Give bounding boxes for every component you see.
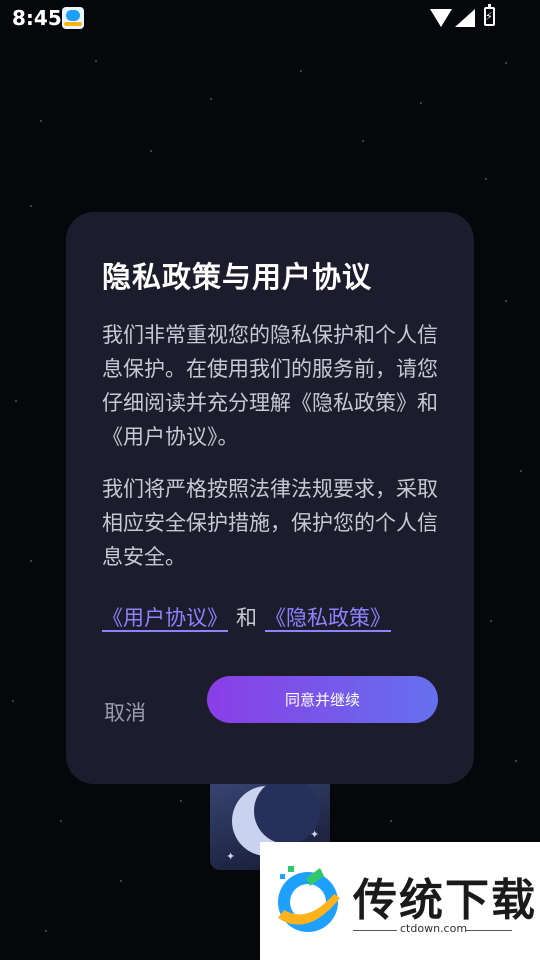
dialog-paragraph-1: 我们非常重视您的隐私保护和个人信息保护。在使用我们的服务前，请您仔细阅读并充分理… <box>102 323 438 449</box>
status-bar: 8:45 <box>0 0 540 36</box>
privacy-dialog: 隐私政策与用户协议 我们非常重视您的隐私保护和个人信息保护。在使用我们的服务前，… <box>66 212 474 784</box>
agreement-links: 《用户协议》和《隐私政策》 <box>102 602 391 632</box>
wifi-icon <box>430 9 452 27</box>
cancel-button[interactable]: 取消 <box>104 692 184 732</box>
watermark-banner: 传统下载 ctdown.com <box>260 842 540 960</box>
status-time: 8:45 <box>12 6 62 30</box>
watermark-site: ctdown.com <box>400 922 468 935</box>
app-notification-icon <box>62 7 84 29</box>
signal-icon <box>455 9 475 27</box>
links-and-text: 和 <box>236 606 257 630</box>
user-agreement-link[interactable]: 《用户协议》 <box>102 606 228 630</box>
agree-continue-button[interactable]: 同意并继续 <box>207 676 438 723</box>
privacy-policy-link[interactable]: 《隐私政策》 <box>265 606 391 630</box>
battery-charging-icon <box>484 4 495 26</box>
watermark-brand: 传统下载 <box>353 875 537 926</box>
dialog-title: 隐私政策与用户协议 <box>102 260 373 294</box>
watermark-logo-icon <box>278 866 340 932</box>
watermark-divider-right <box>466 930 512 931</box>
dialog-paragraph-2: 我们将严格按照法律法规要求，采取相应安全保护措施，保护您的个人信息安全。 <box>102 477 438 569</box>
watermark-divider-left <box>353 930 397 931</box>
